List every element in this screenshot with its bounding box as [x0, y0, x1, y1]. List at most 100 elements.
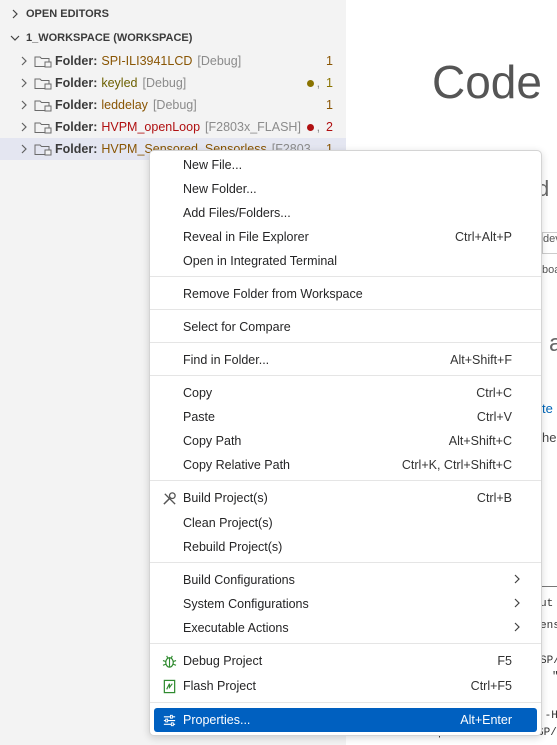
open-editors-header[interactable]: OPEN EDITORS — [0, 3, 346, 25]
menu-item-copy[interactable]: Copy Ctrl+C — [154, 381, 537, 405]
menu-item-copy-path[interactable]: Copy Path Alt+Shift+C — [154, 429, 537, 453]
menu-item-rebuild-project-s[interactable]: Rebuild Project(s) — [154, 535, 537, 559]
open-editors-label: OPEN EDITORS — [26, 8, 109, 20]
menu-item-reveal-in-file-explorer[interactable]: Reveal in File Explorer Ctrl+Alt+P — [154, 225, 537, 249]
menu-item-properties[interactable]: Properties... Alt+Enter — [154, 708, 537, 732]
status-separator: , — [316, 120, 321, 134]
problem-status: 1 — [320, 54, 333, 68]
chevron-right-icon — [8, 7, 22, 21]
chevron-right-icon[interactable] — [17, 144, 31, 154]
folder-row[interactable]: Folder: SPI-ILI3941LCD [Debug] 1 — [0, 50, 346, 72]
folder-keyword: Folder: — [55, 120, 98, 134]
editor-input-fragment[interactable]: dev — [542, 232, 557, 254]
chevron-right-icon[interactable] — [17, 78, 31, 88]
folder-row[interactable]: Folder: leddelay [Debug] 1 — [0, 94, 346, 116]
problem-status: 1 — [320, 98, 333, 112]
menu-item-new-file[interactable]: New File... — [154, 153, 537, 177]
menu-item-label: Clean Project(s) — [183, 516, 273, 530]
menu-item-label: Copy Path — [183, 434, 242, 448]
bug-icon — [161, 653, 177, 669]
menu-item-label: Build Project(s) — [183, 491, 268, 505]
menu-item-open-in-integrated-terminal[interactable]: Open in Integrated Terminal — [154, 249, 537, 273]
menu-item-shortcut: Ctrl+B — [476, 491, 512, 505]
build-config: [Debug] — [197, 54, 242, 68]
editor-fragment: a — [549, 330, 557, 357]
build-config: [Debug] — [152, 98, 197, 112]
folder-row[interactable]: Folder: keyled [Debug], 1 — [0, 72, 346, 94]
menu-item-label: Build Configurations — [183, 573, 295, 587]
menu-item-shortcut: Alt+Shift+C — [448, 434, 512, 448]
menu-item-find-in-folder[interactable]: Find in Folder... Alt+Shift+F — [154, 348, 537, 372]
folder-keyword: Folder: — [55, 142, 98, 156]
menu-separator — [150, 643, 541, 644]
menu-item-select-for-compare[interactable]: Select for Compare — [154, 315, 537, 339]
menu-item-label: New File... — [183, 158, 243, 172]
status-separator: , — [316, 76, 321, 90]
problem-status: ,2 — [306, 120, 333, 134]
menu-item-shortcut: Ctrl+V — [476, 410, 512, 424]
menu-item-remove-folder-from-workspace[interactable]: Remove Folder from Workspace — [154, 282, 537, 306]
menu-separator — [150, 375, 541, 376]
problem-count: 1 — [326, 76, 333, 90]
chevron-down-icon — [8, 31, 22, 45]
chevron-right-icon[interactable] — [17, 122, 31, 132]
menu-item-label: New Folder... — [183, 182, 257, 196]
chevron-right-icon — [512, 597, 522, 611]
menu-item-add-files-folders[interactable]: Add Files/Folders... — [154, 201, 537, 225]
status-dot-icon — [306, 79, 314, 87]
folder-name: HVPM_openLoop — [101, 120, 201, 134]
editor-fragment: he — [542, 430, 557, 445]
project-folder-icon — [34, 119, 52, 135]
build-config: [F2803x_FLASH] — [205, 120, 301, 134]
menu-item-clean-project-s[interactable]: Clean Project(s) — [154, 511, 537, 535]
menu-item-shortcut: Ctrl+C — [476, 386, 512, 400]
menu-item-label: Remove Folder from Workspace — [183, 287, 363, 301]
menu-item-flash-project[interactable]: Flash Project Ctrl+F5 — [154, 674, 537, 698]
project-folder-icon — [34, 141, 52, 157]
project-folder-icon — [34, 75, 52, 91]
menu-item-label: Open in Integrated Terminal — [183, 254, 338, 268]
menu-item-shortcut: F5 — [497, 654, 512, 668]
menu-item-shortcut: Alt+Enter — [460, 713, 512, 727]
menu-item-label: Debug Project — [183, 654, 263, 668]
menu-item-shortcut: Ctrl+F5 — [470, 679, 512, 693]
menu-item-shortcut: Ctrl+Alt+P — [455, 230, 512, 244]
project-folder-icon — [34, 53, 52, 69]
menu-item-label: Properties... — [183, 713, 251, 727]
menu-item-label: System Configurations — [183, 597, 309, 611]
editor-link-fragment[interactable]: te — [542, 401, 553, 416]
menu-item-label: Reveal in File Explorer — [183, 230, 309, 244]
editor-code-fragment: SP/ — [540, 655, 557, 667]
chevron-right-icon[interactable] — [17, 100, 31, 110]
menu-separator — [150, 702, 541, 703]
menu-item-debug-project[interactable]: Debug Project F5 — [154, 649, 537, 673]
menu-item-paste[interactable]: Paste Ctrl+V — [154, 405, 537, 429]
problem-status: ,1 — [306, 76, 333, 90]
folder-keyword: Folder: — [55, 98, 98, 112]
sliders-icon — [161, 712, 177, 728]
menu-item-new-folder[interactable]: New Folder... — [154, 177, 537, 201]
chevron-right-icon[interactable] — [17, 56, 31, 66]
editor-code-fragment: " — [552, 671, 557, 683]
editor-divider — [542, 586, 557, 587]
folder-keyword: Folder: — [55, 76, 98, 90]
editor-heading: Code — [432, 56, 542, 108]
flash-icon — [161, 678, 177, 694]
folder-row[interactable]: Folder: HVPM_openLoop [F2803x_FLASH] , 2 — [0, 116, 346, 138]
menu-item-executable-actions[interactable]: Executable Actions — [154, 616, 537, 640]
workspace-header[interactable]: 1_WORKSPACE (WORKSPACE) — [0, 27, 346, 49]
menu-item-label: Copy Relative Path — [183, 458, 291, 472]
chevron-right-icon — [512, 573, 522, 587]
menu-item-label: Add Files/Folders... — [183, 206, 291, 220]
menu-item-shortcut: Ctrl+K, Ctrl+Shift+C — [401, 458, 512, 472]
menu-item-copy-relative-path[interactable]: Copy Relative Path Ctrl+K, Ctrl+Shift+C — [154, 453, 537, 477]
menu-item-shortcut: Alt+Shift+F — [450, 353, 512, 367]
menu-item-build-configurations[interactable]: Build Configurations — [154, 568, 537, 592]
folder-name: keyled — [101, 76, 138, 90]
menu-separator — [150, 276, 541, 277]
build-config: [Debug] — [142, 76, 187, 90]
menu-item-build-project-s[interactable]: Build Project(s) Ctrl+B — [154, 486, 537, 510]
menu-item-label: Flash Project — [183, 679, 256, 693]
folder-name: leddelay — [101, 98, 148, 112]
menu-item-system-configurations[interactable]: System Configurations — [154, 592, 537, 616]
